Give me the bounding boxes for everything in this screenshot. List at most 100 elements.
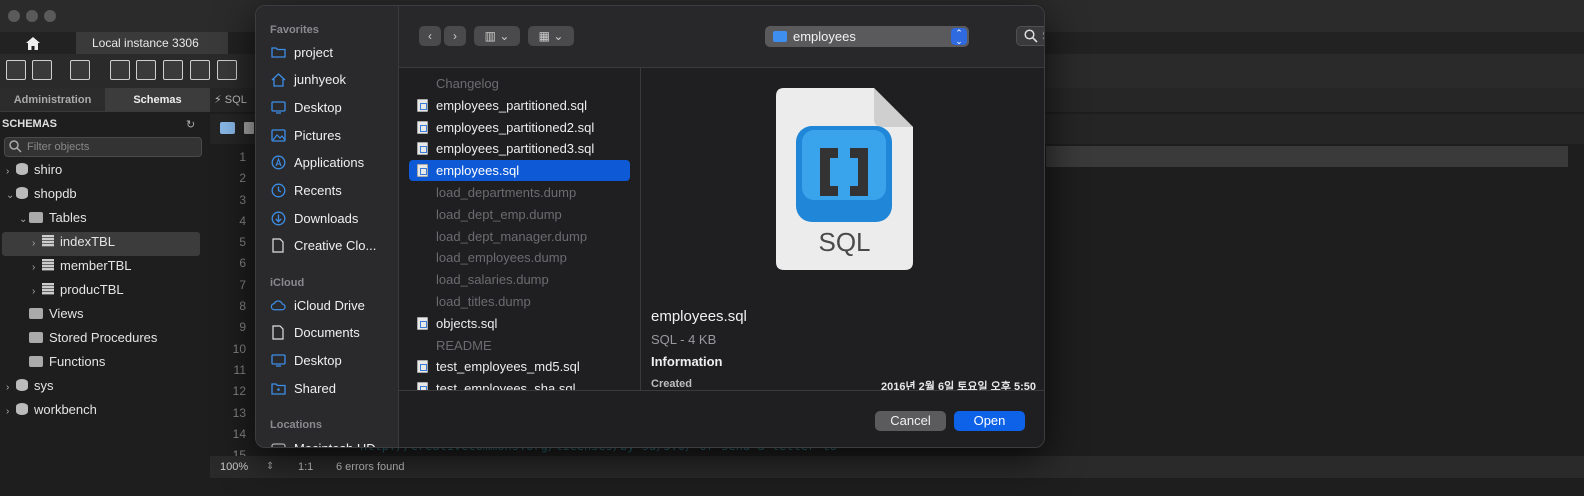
zoom-stepper-icon[interactable]: ⇕ bbox=[266, 456, 274, 478]
create-function-icon[interactable] bbox=[217, 60, 237, 80]
line-number: 6 bbox=[239, 256, 246, 271]
create-procedure-icon[interactable] bbox=[190, 60, 210, 80]
schema-tree-item[interactable]: › shiro bbox=[6, 158, 206, 182]
sidebar-item[interactable]: Documents bbox=[270, 321, 360, 345]
view-mode-button[interactable]: ▥ ⌄ bbox=[474, 26, 520, 46]
file-list-item[interactable]: employees_partitioned.sql bbox=[409, 95, 630, 116]
save-file-icon[interactable] bbox=[244, 122, 254, 134]
tab-administration[interactable]: Administration bbox=[0, 88, 105, 111]
new-query-icon[interactable] bbox=[6, 60, 26, 80]
chevron-down-icon[interactable]: ⌄ bbox=[19, 208, 29, 232]
cloud-icon bbox=[270, 297, 286, 313]
error-count[interactable]: 6 errors found bbox=[336, 456, 404, 478]
schema-tree-item[interactable]: › memberTBL bbox=[6, 254, 206, 278]
sidebar-item[interactable]: Macintosh HD bbox=[270, 436, 376, 447]
folder-path-select[interactable]: employees ⌃ ⌄ bbox=[765, 26, 969, 47]
schema-tree-item[interactable]: Views bbox=[6, 302, 206, 326]
editor-tab-sql[interactable]: ⚡ SQL bbox=[214, 88, 247, 112]
schema-tree-item[interactable]: Functions bbox=[6, 350, 206, 374]
sidebar-item[interactable]: Downloads bbox=[270, 206, 358, 230]
create-schema-icon[interactable] bbox=[110, 60, 130, 80]
sidebar-item[interactable]: Creative Clo... bbox=[270, 234, 376, 258]
file-list-item[interactable]: test_employees_sha.sql bbox=[409, 378, 630, 390]
icloud-heading: iCloud bbox=[270, 277, 305, 289]
chevron-right-icon[interactable]: › bbox=[6, 400, 16, 424]
minimize-window-button[interactable] bbox=[26, 10, 38, 22]
refresh-icon[interactable]: ↻ bbox=[186, 118, 195, 131]
desktop-icon bbox=[270, 99, 286, 115]
open-script-icon[interactable] bbox=[32, 60, 52, 80]
chevron-right-icon[interactable]: › bbox=[32, 232, 42, 256]
sidebar-item-label: junhyeok bbox=[294, 72, 347, 88]
file-list-item[interactable]: test_employees_md5.sql bbox=[409, 356, 630, 377]
file-icon bbox=[417, 186, 428, 199]
open-file-icon[interactable] bbox=[220, 122, 235, 134]
filter-objects-input[interactable]: Filter objects bbox=[4, 137, 202, 157]
file-list-item[interactable]: load_employees.dump bbox=[409, 247, 630, 268]
line-number: 14 bbox=[232, 426, 246, 441]
home-button[interactable] bbox=[0, 32, 66, 54]
line-number-gutter: 123456789101112131415 bbox=[210, 146, 250, 462]
schema-tree-item[interactable]: ⌄ shopdb bbox=[6, 182, 206, 206]
file-list-item[interactable]: load_salaries.dump bbox=[409, 269, 630, 290]
sidebar-item[interactable]: Recents bbox=[270, 179, 342, 203]
chevron-right-icon[interactable]: › bbox=[6, 376, 16, 400]
file-name: objects.sql bbox=[436, 315, 498, 331]
line-number: 11 bbox=[233, 362, 246, 377]
file-list-item[interactable]: load_departments.dump bbox=[409, 182, 630, 203]
line-number: 9 bbox=[239, 320, 246, 335]
sidebar-item[interactable]: Desktop bbox=[270, 348, 342, 372]
open-button[interactable]: Open bbox=[954, 411, 1025, 431]
dialog-footer: Cancel Open bbox=[399, 390, 1044, 447]
sidebar-item[interactable]: Desktop bbox=[270, 95, 342, 119]
file-list-item[interactable]: load_titles.dump bbox=[409, 291, 630, 312]
file-list-item[interactable]: employees_partitioned3.sql bbox=[409, 138, 630, 159]
tab-schemas[interactable]: Schemas bbox=[105, 88, 210, 111]
file-list-item[interactable]: employees_partitioned2.sql bbox=[409, 117, 630, 138]
line-number: 1 bbox=[239, 150, 246, 164]
file-list-item[interactable]: README bbox=[409, 335, 630, 356]
open-file-dialog: Favorites project junhyeok Desktop Pictures… bbox=[255, 5, 1045, 448]
sidebar-item[interactable]: Applications bbox=[270, 151, 364, 175]
create-view-icon[interactable] bbox=[163, 60, 183, 80]
file-list-item[interactable]: employees.sql bbox=[409, 160, 630, 182]
sidebar-item[interactable]: project bbox=[270, 40, 333, 64]
file-icon bbox=[417, 251, 428, 264]
connection-tab[interactable]: Local instance 3306 bbox=[76, 32, 228, 54]
close-window-button[interactable] bbox=[8, 10, 20, 22]
inspector-icon[interactable] bbox=[70, 60, 90, 80]
database-icon bbox=[16, 187, 28, 199]
cancel-button[interactable]: Cancel bbox=[875, 411, 946, 431]
zoom-level[interactable]: 100% bbox=[220, 456, 248, 478]
sidebar-item[interactable]: junhyeok bbox=[270, 68, 346, 92]
schema-tree-item[interactable]: › producTBL bbox=[6, 278, 206, 302]
disk-icon bbox=[270, 440, 286, 447]
forward-button[interactable]: › bbox=[444, 26, 466, 46]
file-list-item[interactable]: objects.sql bbox=[409, 313, 630, 334]
sidebar-item[interactable]: Shared bbox=[270, 376, 336, 400]
schema-tree-item[interactable]: ⌄ Tables bbox=[6, 206, 206, 230]
file-list-item[interactable]: Changelog bbox=[409, 73, 630, 94]
schema-tree-item[interactable]: › sys bbox=[6, 374, 206, 398]
chevron-down-icon[interactable]: ⌄ bbox=[6, 184, 16, 208]
chevron-right-icon: › bbox=[453, 29, 457, 43]
file-list-item[interactable]: load_dept_emp.dump bbox=[409, 204, 630, 225]
chevron-right-icon[interactable]: › bbox=[32, 256, 42, 280]
sidebar-item[interactable]: iCloud Drive bbox=[270, 293, 365, 317]
create-table-icon[interactable] bbox=[136, 60, 156, 80]
sidebar-item[interactable]: Pictures bbox=[270, 123, 341, 147]
zoom-window-button[interactable] bbox=[44, 10, 56, 22]
chevron-left-icon: ‹ bbox=[428, 29, 432, 43]
chevron-right-icon[interactable]: › bbox=[6, 160, 16, 184]
preview-file-name: employees.sql bbox=[651, 308, 747, 325]
chevron-right-icon[interactable]: › bbox=[32, 280, 42, 304]
schema-tree-item[interactable]: › indexTBL bbox=[6, 230, 206, 254]
group-by-button[interactable]: ▦ ⌄ bbox=[528, 26, 574, 46]
preview-created-label: Created bbox=[651, 378, 692, 390]
schema-tree-item[interactable]: › workbench bbox=[6, 398, 206, 422]
back-button[interactable]: ‹ bbox=[419, 26, 441, 46]
line-number: 2 bbox=[239, 171, 246, 186]
schema-tree-label: Tables bbox=[49, 210, 87, 225]
schema-tree-item[interactable]: Stored Procedures bbox=[6, 326, 206, 350]
file-list-item[interactable]: load_dept_manager.dump bbox=[409, 226, 630, 247]
